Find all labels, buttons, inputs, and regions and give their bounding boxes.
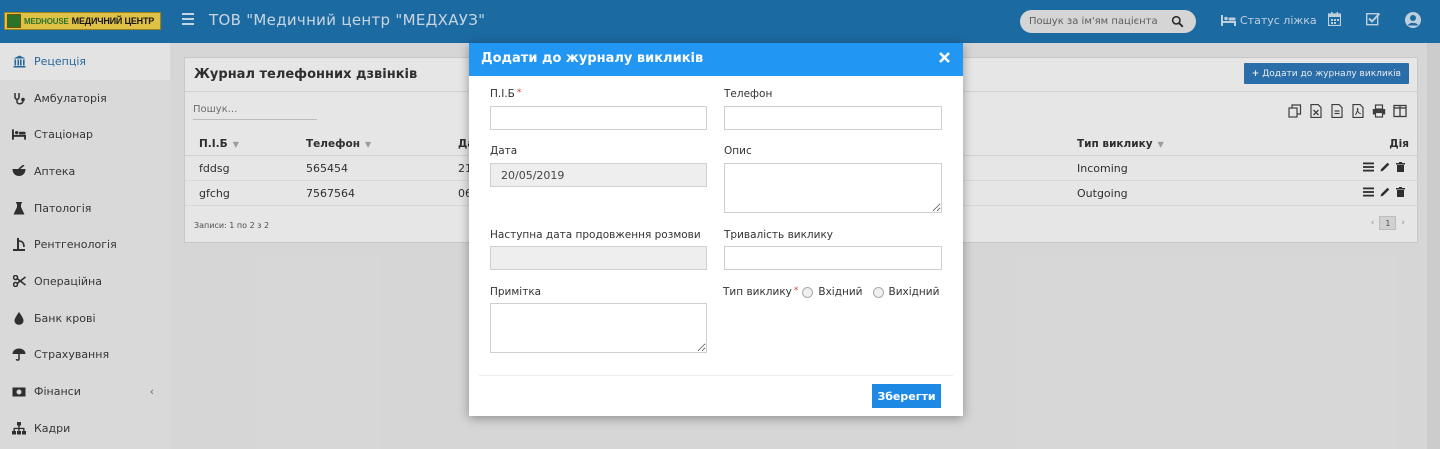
- duration-label: Тривалість виклику: [724, 229, 834, 241]
- call-type-label: Тип виклику *: [723, 286, 799, 298]
- save-button[interactable]: Зберегти: [872, 384, 941, 408]
- note-field[interactable]: [490, 303, 707, 353]
- call-type-group: Тип виклику * Вхідний Вихідний: [723, 286, 949, 298]
- required-marker: *: [793, 286, 799, 296]
- radio-button[interactable]: [802, 286, 814, 298]
- next-date-label: Наступна дата продовження розмови: [490, 229, 701, 241]
- date-label: Дата: [490, 145, 518, 157]
- add-call-log-modal: Додати до журналу викликів П.І.Б * Телефо…: [469, 43, 963, 416]
- description-field[interactable]: [724, 163, 942, 213]
- name-field[interactable]: [490, 106, 707, 130]
- description-label: Опис: [724, 145, 752, 157]
- next-date-field[interactable]: [490, 246, 707, 270]
- name-label: П.І.Б *: [490, 88, 522, 100]
- date-field[interactable]: [490, 163, 707, 187]
- call-type-incoming[interactable]: Вхідний: [802, 286, 863, 298]
- close-icon[interactable]: [939, 52, 950, 63]
- phone-field[interactable]: [724, 106, 942, 130]
- required-marker: *: [516, 88, 522, 98]
- phone-label: Телефон: [724, 88, 773, 100]
- modal-header: Додати до журналу викликів: [469, 43, 963, 76]
- modal-footer-divider: [479, 375, 953, 376]
- note-label: Примітка: [490, 286, 542, 298]
- duration-field[interactable]: [724, 246, 942, 270]
- call-type-outgoing[interactable]: Вихідний: [872, 286, 939, 298]
- radio-button[interactable]: [872, 286, 884, 298]
- modal-title: Додати до журналу викликів: [481, 51, 704, 66]
